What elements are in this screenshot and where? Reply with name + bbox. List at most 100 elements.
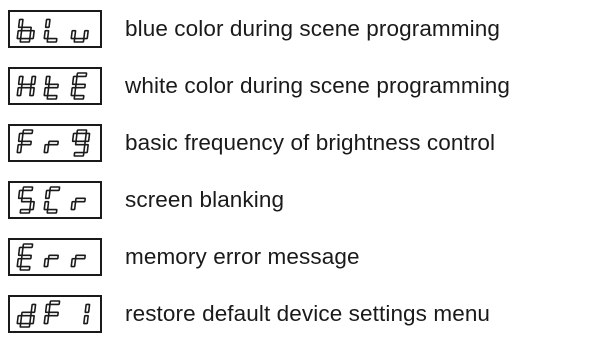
seven-segment-display-err <box>8 238 102 276</box>
segment-f <box>71 132 78 143</box>
seven-segment-glyphs <box>16 300 91 328</box>
segment-d <box>73 151 85 157</box>
segment-f <box>17 18 24 29</box>
legend-row-hte: white color during scene programming <box>8 64 510 108</box>
segment-f <box>17 75 24 86</box>
segment-f <box>44 303 51 314</box>
segment-e <box>43 200 50 211</box>
seven-segment-digit <box>43 300 61 325</box>
segment-f <box>44 189 51 200</box>
segment-g <box>74 254 86 260</box>
segment-e <box>43 86 50 97</box>
legend-description: screen blanking <box>125 187 285 212</box>
seven-segment-digit <box>16 243 34 271</box>
seven-segment-digit <box>83 303 91 325</box>
legend-row-5cr: screen blanking <box>8 178 284 222</box>
segment-d <box>19 37 31 43</box>
segment-e <box>70 200 77 211</box>
segment-e <box>16 257 23 268</box>
segment-e <box>16 86 23 97</box>
seven-segment-digit <box>16 75 37 97</box>
seven-segment-digit <box>71 129 91 157</box>
segment-c <box>29 29 35 40</box>
segment-g <box>74 83 86 89</box>
seven-segment-digit <box>43 18 58 43</box>
segment-g <box>47 311 59 317</box>
segment-c <box>29 200 35 211</box>
segment-a <box>22 129 34 135</box>
seven-segment-digit <box>16 303 37 328</box>
segment-b <box>30 75 37 86</box>
segment-a <box>22 186 34 192</box>
segment-d <box>19 208 31 214</box>
segment-g <box>20 197 32 203</box>
seven-segment-digit <box>43 254 59 268</box>
segment-c <box>29 314 35 325</box>
segment-d <box>46 208 58 214</box>
segment-c <box>83 314 89 325</box>
segment-f <box>44 75 51 86</box>
segment-g <box>20 254 32 260</box>
display-code-legend: blue color during scene programming whit… <box>0 0 600 352</box>
segment-e <box>70 86 77 97</box>
legend-row-blu: blue color during scene programming <box>8 7 500 51</box>
segment-f <box>44 18 51 29</box>
segment-g <box>74 140 86 146</box>
segment-g <box>20 83 32 89</box>
seven-segment-digit <box>70 197 86 211</box>
segment-e <box>43 29 50 40</box>
seven-segment-display-5cr <box>8 181 102 219</box>
segment-d <box>46 37 58 43</box>
segment-a <box>76 72 88 78</box>
legend-row-fr9: basic frequency of brightness control <box>8 121 495 165</box>
segment-c <box>83 29 89 40</box>
seven-segment-glyphs <box>16 243 86 271</box>
seven-segment-glyphs <box>16 18 89 43</box>
legend-description: blue color during scene programming <box>125 16 500 41</box>
legend-row-df1: restore default device settings menu <box>8 292 490 336</box>
legend-description: white color during scene programming <box>125 73 511 98</box>
legend-description: basic frequency of brightness control <box>125 130 496 155</box>
segment-g <box>47 83 59 89</box>
segment-d <box>73 94 85 100</box>
segment-a <box>49 300 61 306</box>
segment-d <box>73 37 85 43</box>
segment-c <box>83 143 89 154</box>
segment-e <box>43 257 50 268</box>
segment-f <box>71 75 78 86</box>
seven-segment-display-blu <box>8 10 102 48</box>
segment-g <box>20 311 32 317</box>
segment-f <box>17 246 24 257</box>
seven-segment-glyphs <box>16 129 91 157</box>
seven-segment-digit <box>43 75 59 100</box>
seven-segment-digit <box>16 129 34 154</box>
segment-b <box>84 303 91 314</box>
legend-row-err: memory error message <box>8 235 360 279</box>
segment-f <box>17 189 24 200</box>
segment-e <box>16 314 23 325</box>
seven-segment-digit <box>16 18 35 43</box>
seven-segment-glyphs <box>16 72 88 100</box>
seven-segment-digit <box>70 29 89 43</box>
segment-f <box>17 132 24 143</box>
segment-b <box>84 132 91 143</box>
seven-segment-display-hte <box>8 67 102 105</box>
legend-description: memory error message <box>125 244 360 269</box>
segment-e <box>16 29 23 40</box>
segment-g <box>47 254 59 260</box>
seven-segment-display-fr9 <box>8 124 102 162</box>
segment-c <box>29 86 35 97</box>
segment-e <box>70 257 77 268</box>
seven-segment-glyphs <box>17 186 86 214</box>
segment-g <box>74 197 86 203</box>
segment-a <box>49 186 61 192</box>
segment-g <box>47 140 59 146</box>
seven-segment-digit <box>43 140 59 154</box>
segment-g <box>20 26 32 32</box>
segment-e <box>43 314 50 325</box>
segment-e <box>16 143 23 154</box>
seven-segment-digit <box>17 186 35 214</box>
seven-segment-display-df1 <box>8 295 102 333</box>
segment-e <box>43 143 50 154</box>
segment-d <box>46 94 58 100</box>
